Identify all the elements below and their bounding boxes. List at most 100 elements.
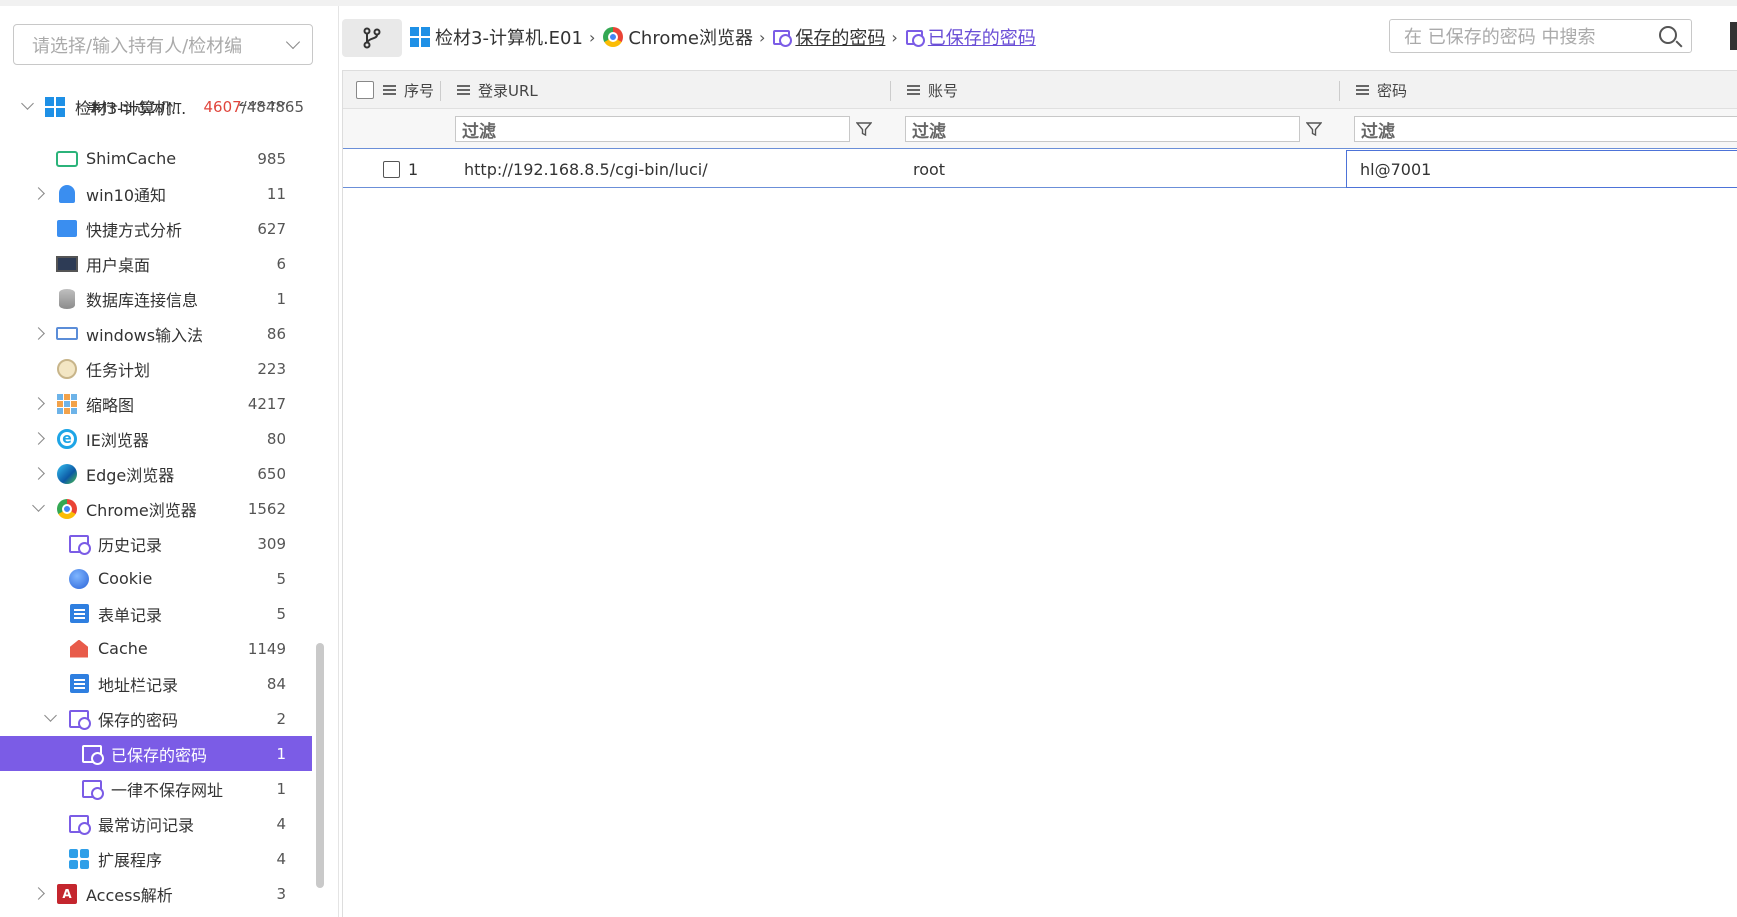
expand-caret-icon[interactable] [32, 327, 45, 340]
chrome-icon [603, 27, 624, 47]
tree-item-db-conn[interactable]: 数据库连接信息 1 [0, 281, 312, 316]
tree-item-count: 223 [257, 359, 286, 378]
tree-item-edge[interactable]: Edge浏览器 650 [0, 456, 312, 491]
tree-item-label: 已保存的密码 [111, 745, 208, 765]
tree-item-form[interactable]: 表单记录 5 [0, 596, 312, 631]
tree-item-saved-passwords[interactable]: 保存的密码 2 [0, 701, 312, 736]
tree-item-count: 1 [276, 289, 286, 308]
filter-icon[interactable] [856, 121, 872, 137]
filter-placeholder: 过滤 [1361, 121, 1395, 142]
tree-item-ie[interactable]: e IE浏览器 80 [0, 421, 312, 456]
select-all-checkbox[interactable] [356, 81, 374, 99]
tree-item-history[interactable]: 历史记录 309 [0, 526, 312, 561]
tree-item-shortcut[interactable]: 快捷方式分析 627 [0, 211, 312, 246]
column-header-label: 序号 [404, 81, 435, 100]
grid-header: 序号 登录URL 账号 密码 [343, 71, 1737, 109]
column-header-label: 账号 [928, 81, 959, 100]
thumbnail-icon [56, 393, 78, 415]
tree-item-desktop[interactable]: 用户桌面 6 [0, 246, 312, 281]
expand-caret-icon[interactable] [32, 432, 45, 445]
cell-account[interactable]: root [913, 150, 945, 188]
cell-url[interactable]: http://192.168.8.5/cgi-bin/luci/ [464, 150, 708, 188]
tree-item-count: 4 [276, 814, 286, 833]
row-checkbox[interactable] [383, 161, 400, 178]
filter-input-url[interactable]: 过滤 [455, 116, 850, 142]
expand-caret-icon[interactable] [32, 187, 45, 200]
data-grid: 序号 登录URL 账号 密码 过滤 过滤 过滤 1 http://192.168… [342, 70, 1737, 917]
column-header-account[interactable]: 账号 [907, 71, 958, 109]
sidebar: 请选择/输入持有人/检材编 检材3-计算机... 4607/484865 事件日… [0, 6, 330, 917]
tree-item-win10-notify[interactable]: win10通知 11 [0, 176, 312, 211]
breadcrumb-item-chrome[interactable]: Chrome浏览器 › [603, 24, 773, 50]
sidebar-divider[interactable] [338, 6, 339, 917]
cell-password-value: hl@7001 [1360, 159, 1432, 179]
tree-item-shimcache[interactable]: ShimCache 985 [0, 141, 312, 176]
tree-item-cache[interactable]: Cache 1149 [0, 631, 312, 666]
tree-item-label: 最常访问记录 [98, 815, 195, 835]
sidebar-scrollbar[interactable] [316, 643, 324, 888]
tree-item-count: 1 [276, 744, 286, 763]
branch-button[interactable] [342, 19, 402, 57]
holder-selector[interactable]: 请选择/输入持有人/检材编 [13, 24, 313, 65]
expand-caret-icon[interactable] [32, 467, 45, 480]
tree-item-label: Chrome浏览器 [86, 500, 197, 520]
column-divider[interactable] [890, 81, 891, 101]
breadcrumb-item-saved-passwords[interactable]: 保存的密码 › [773, 24, 905, 50]
cell-index: 1 [408, 159, 419, 179]
tree-item-access[interactable]: A Access解析 3 [0, 876, 312, 911]
search-icon[interactable] [1659, 26, 1677, 44]
collapse-caret-icon[interactable] [44, 709, 57, 722]
history-icon [68, 813, 91, 835]
tree-item-count: 3 [276, 884, 286, 903]
tree-item-chrome[interactable]: Chrome浏览器 1562 [0, 491, 312, 526]
cell-password[interactable]: hl@7001 [1346, 150, 1737, 188]
tree-item-count: 1562 [247, 499, 286, 518]
column-menu-icon[interactable] [907, 89, 920, 91]
column-header-password[interactable]: 密码 [1356, 71, 1407, 109]
column-divider[interactable] [440, 81, 441, 101]
tree-item-never-save[interactable]: 一律不保存网址 1 [0, 771, 312, 806]
search-input[interactable]: 在 已保存的密码 中搜索 [1389, 19, 1692, 53]
tree-item-cookie[interactable]: Cookie 5 [0, 561, 312, 596]
tree-item-label: Access解析 [86, 885, 173, 905]
bell-icon [56, 183, 78, 205]
column-divider[interactable] [1339, 81, 1340, 101]
tree-item-address-bar[interactable]: 地址栏记录 84 [0, 666, 312, 701]
expand-caret-icon[interactable] [32, 887, 45, 900]
clock-icon [56, 358, 78, 380]
collapse-caret-icon[interactable] [32, 499, 45, 512]
filter-input-password[interactable]: 过滤 [1354, 116, 1737, 142]
column-header-index[interactable]: 序号 [383, 71, 434, 109]
breadcrumb-label: 保存的密码 [795, 28, 886, 49]
tree-item-count: 86 [266, 324, 286, 343]
breadcrumb-item-case[interactable]: 检材3-计算机.E01 › [410, 24, 603, 50]
column-header-url[interactable]: 登录URL [457, 71, 538, 109]
tree-item-count: 84 [266, 674, 286, 693]
filter-input-account[interactable]: 过滤 [905, 116, 1300, 142]
tree-item-thumbnail[interactable]: 缩略图 4217 [0, 386, 312, 421]
tree-item-label: 扩展程序 [98, 850, 163, 870]
tree-item-label: 用户桌面 [86, 255, 151, 275]
tree-item-event-log[interactable]: 事件日志分析 20240 [0, 102, 312, 122]
tree-item-stored-passwords[interactable]: 已保存的密码 1 [0, 736, 312, 771]
access-icon: A [56, 883, 78, 905]
expand-caret-icon[interactable] [32, 397, 45, 410]
tree-item-top-sites[interactable]: 最常访问记录 4 [0, 806, 312, 841]
tree-item-label: 缩略图 [86, 395, 135, 415]
column-menu-icon[interactable] [1356, 89, 1369, 91]
breadcrumb-item-stored-passwords[interactable]: 已保存的密码 [905, 24, 1036, 50]
chrome-icon [56, 498, 78, 520]
breadcrumb-label: 检材3-计算机.E01 [435, 28, 583, 49]
column-menu-icon[interactable] [383, 89, 396, 91]
tree-item-extensions[interactable]: 扩展程序 4 [0, 841, 312, 876]
table-row[interactable]: 1 http://192.168.8.5/cgi-bin/luci/ root … [343, 150, 1737, 188]
tree-item-label: 数据库连接信息 [86, 290, 199, 310]
tree-item-count: 309 [257, 534, 286, 553]
filter-icon[interactable] [1306, 121, 1322, 137]
tree-item-count: 1149 [247, 639, 286, 658]
tree-item-task[interactable]: 任务计划 223 [0, 351, 312, 386]
column-menu-icon[interactable] [457, 89, 470, 91]
tree-item-ime[interactable]: windows输入法 86 [0, 316, 312, 351]
more-icon[interactable] [1730, 22, 1737, 50]
chevron-down-icon[interactable] [285, 34, 301, 50]
